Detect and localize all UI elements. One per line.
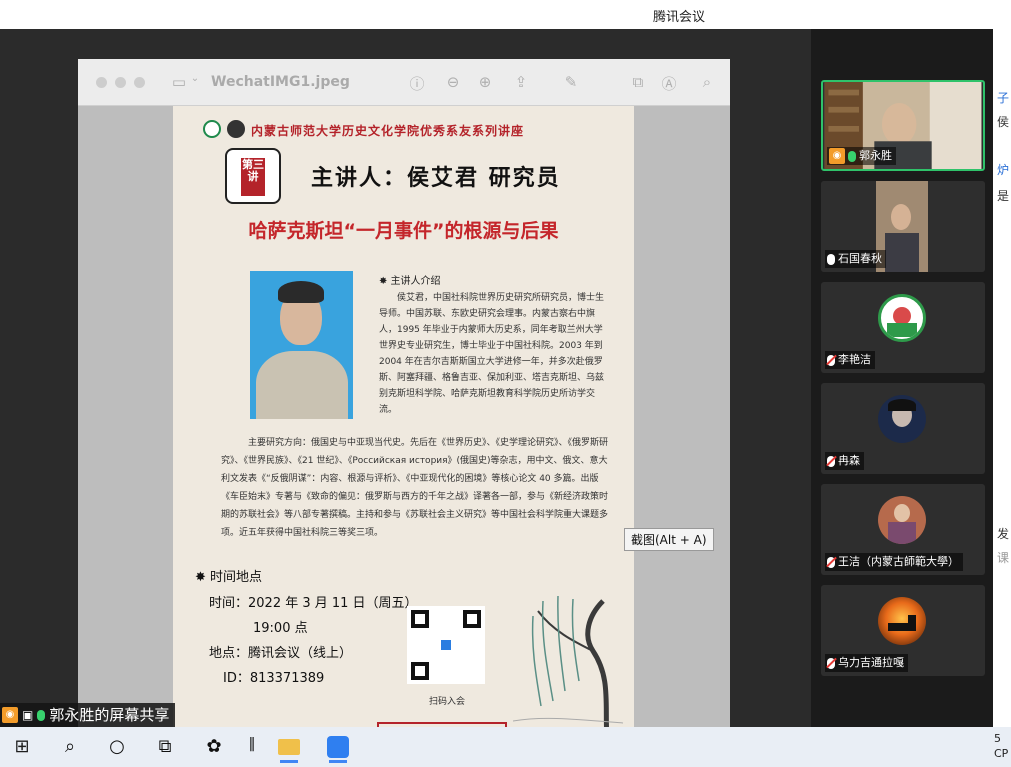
chat-fragment: 发 (997, 527, 1010, 541)
participant-name: 郭永胜 (859, 149, 892, 162)
microphone-muted-icon (827, 657, 835, 669)
avatar (878, 294, 926, 342)
participant-label: 冉森 (825, 452, 864, 470)
college-logo-icon (227, 120, 245, 138)
participant-label: ◉ 郭永胜 (827, 147, 896, 165)
participant-tile[interactable]: 李艳洁 (821, 282, 985, 373)
zoom-out-icon[interactable]: ⊖ (444, 73, 462, 91)
avatar (878, 496, 926, 544)
avatar (878, 597, 926, 645)
participant-name: 石国春秋 (838, 252, 882, 265)
participant-label: 石国春秋 (825, 250, 886, 268)
participant-label: 王洁（内蒙古師範大學） (825, 553, 963, 571)
participant-name: 王洁（内蒙古師範大學） (838, 555, 959, 568)
windows-start-icon[interactable]: ⊞ (10, 736, 34, 757)
close-window-button[interactable] (96, 77, 107, 88)
info-icon[interactable]: ⓘ (408, 73, 426, 94)
host-icon: ◉ (829, 148, 845, 164)
badge-text: 第三讲 (241, 158, 265, 196)
image-viewer-window: ▭ ⌄ WechatIMG1.jpeg ⓘ ⊖ ⊕ ⇪ ✎ ⧉ Ⓐ ⌕ ➤ 内蒙… (78, 59, 730, 756)
tencent-meeting-icon[interactable] (323, 733, 353, 763)
participant-tile[interactable]: 石国春秋 (821, 181, 985, 272)
participant-name: 乌力吉通拉嘎 (838, 656, 904, 669)
poster-header: 内蒙古师范大学历史文化学院优秀系友系列讲座 (203, 120, 623, 140)
rotate-icon[interactable]: ⧉ (629, 73, 647, 91)
time-heading: ✸ 时间地点 (195, 570, 263, 585)
chat-fragment: 侯 (997, 115, 1010, 129)
screenshot-tooltip: 截图(Alt + A) (624, 528, 714, 551)
host-icon: ◉ (2, 707, 18, 723)
viewer-filename: WechatIMG1.jpeg (211, 74, 350, 90)
clock-line: CP (994, 747, 1009, 760)
chat-fragment: 子 (997, 91, 1010, 105)
microphone-icon (848, 150, 856, 162)
time-hour: 19:00 点 (253, 621, 308, 636)
screen-share-banner[interactable]: ◉ ▣ 郭永胜的屏幕共享 (0, 703, 176, 727)
chat-fragment: 炉 (997, 163, 1010, 177)
system-clock: 5 CP (994, 731, 1008, 761)
file-explorer-icon[interactable] (274, 733, 304, 763)
microphone-icon (827, 253, 835, 265)
research-text: 主要研究方向：俄国史与中亚现当代史。先后在《世界历史》、《史学理论研究》、《俄罗… (221, 438, 609, 538)
minimize-window-button[interactable] (115, 77, 126, 88)
participant-name: 李艳洁 (838, 353, 871, 366)
window-title: 腾讯会议 (653, 10, 706, 25)
qr-code (407, 606, 485, 684)
intro-heading: ✸ 主讲人介绍 (379, 276, 441, 287)
zoom-window-button[interactable] (134, 77, 145, 88)
intro-text: 侯艾君，中国社科院世界历史研究所研究员，博士生导师。中国苏联、东欧史研究会理事。… (379, 293, 605, 415)
participant-tile[interactable]: 冉森 (821, 383, 985, 474)
shared-screen-area: ▭ ⌄ WechatIMG1.jpeg ⓘ ⊖ ⊕ ⇪ ✎ ⧉ Ⓐ ⌕ ➤ 内蒙… (0, 29, 811, 756)
chat-fragment: 是 (997, 189, 1010, 203)
meeting-id: ID：813371389 (223, 671, 325, 686)
share-banner-text: 郭永胜的屏幕共享 (49, 706, 170, 724)
lecture-poster: 内蒙古师范大学历史文化学院优秀系友系列讲座 第三讲 主讲人：侯艾君 研究员 哈萨… (173, 106, 634, 756)
lecture-number-badge: 第三讲 (225, 148, 281, 204)
time-line: 时间：2022 年 3 月 11 日（周五） (209, 596, 418, 611)
university-logo-icon (203, 120, 221, 138)
separator-icon: ‖ (248, 736, 256, 752)
task-view-icon[interactable]: ⧉ (153, 736, 177, 757)
cortana-icon[interactable]: ○ (105, 736, 129, 757)
participant-label: 乌力吉通拉嘎 (825, 654, 908, 672)
place-line: 地点：腾讯会议（线上） (209, 646, 353, 661)
participant-name: 冉森 (838, 454, 860, 467)
participant-label: 李艳洁 (825, 351, 875, 369)
search-icon[interactable]: ⌕ (58, 736, 82, 757)
avatar (878, 395, 926, 443)
microphone-muted-icon (827, 354, 835, 366)
markup-icon[interactable]: ✎ (562, 73, 580, 91)
speaker-photo (250, 271, 353, 419)
title-bar: 腾讯会议 (0, 0, 1011, 29)
viewer-toolbar: ▭ ⌄ WechatIMG1.jpeg ⓘ ⊖ ⊕ ⇪ ✎ ⧉ Ⓐ ⌕ (78, 59, 730, 106)
chat-fragment: 课 (997, 551, 1010, 565)
microphone-icon (37, 709, 46, 721)
pinwheel-icon[interactable]: ✿ (202, 736, 226, 757)
share-icon[interactable]: ⇪ (512, 73, 530, 91)
zoom-in-icon[interactable]: ⊕ (476, 73, 494, 91)
participant-tile[interactable]: 乌力吉通拉嘎 (821, 585, 985, 676)
microphone-muted-icon (827, 455, 835, 467)
search-icon[interactable]: ⌕ (698, 73, 716, 91)
qr-caption: 扫码入会 (429, 697, 466, 707)
chevron-down-icon[interactable]: ⌄ (186, 73, 204, 84)
screen-icon: ▣ (22, 708, 34, 722)
poster-speaker: 主讲人：侯艾君 研究员 (311, 166, 561, 191)
poster-series: 内蒙古师范大学历史文化学院优秀系友系列讲座 (251, 124, 525, 138)
participants-panel: ◉ 郭永胜 石国春秋 李艳洁 冉森 王洁（内蒙古師範大學） 乌力吉通拉嘎 (811, 29, 993, 727)
poster-title: 哈萨克斯坦“一月事件”的根源与后果 (248, 220, 559, 242)
clock-line: 5 (994, 732, 1001, 745)
annotate-icon[interactable]: Ⓐ (660, 73, 678, 94)
chat-panel-edge: 子 侯 炉 是 发 课 (993, 29, 1011, 727)
windows-taskbar: ⊞ ⌕ ○ ⧉ ✿ ‖ 5 CP (0, 727, 1011, 767)
participant-tile[interactable]: 王洁（内蒙古師範大學） (821, 484, 985, 575)
participant-tile[interactable]: ◉ 郭永胜 (821, 80, 985, 171)
microphone-muted-icon (827, 556, 835, 568)
